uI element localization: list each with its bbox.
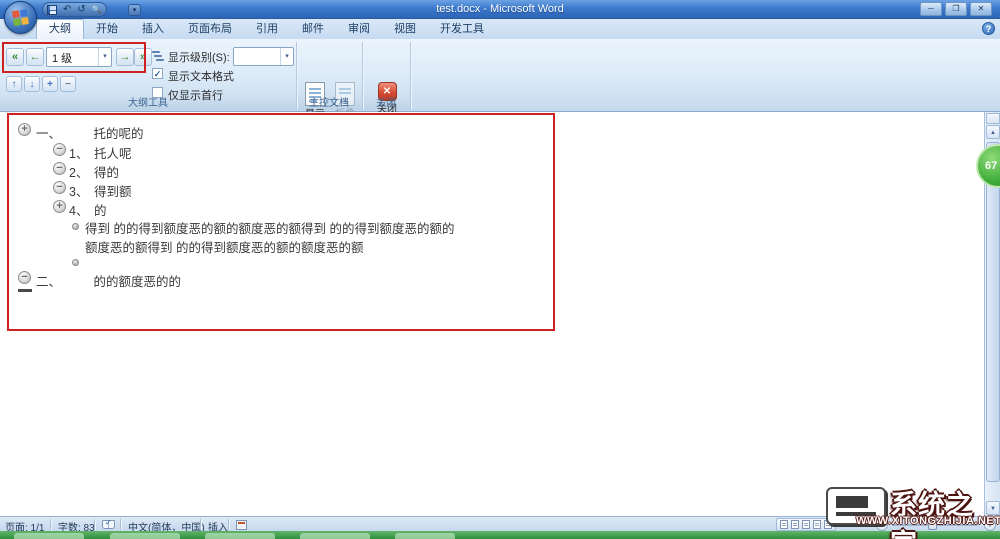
- macro-record-icon[interactable]: [236, 520, 247, 530]
- ribbon-tab-row: 大纲 开始 插入 页面布局 引用 邮件 审阅 视图 开发工具 ?: [0, 19, 1000, 39]
- group-separator: [410, 42, 411, 109]
- move-up-button[interactable]: ↑: [6, 76, 22, 92]
- chevron-down-icon[interactable]: ▾: [280, 48, 293, 65]
- scrollbar-split-handle[interactable]: [986, 113, 1000, 124]
- window-title: test.docx - Microsoft Word: [436, 3, 564, 15]
- tab-home[interactable]: 开始: [84, 19, 130, 39]
- highlight-box-level-controls: [2, 42, 146, 73]
- office-button[interactable]: [4, 1, 37, 34]
- tab-insert[interactable]: 插入: [130, 19, 176, 39]
- quick-access-toolbar: ↶ ↺ 🔍: [42, 2, 107, 17]
- tab-mailings[interactable]: 邮件: [290, 19, 336, 39]
- highlight-box-outline-content: [7, 113, 555, 331]
- minimize-button[interactable]: ─: [920, 2, 942, 16]
- ribbon: « ← 1 级 ▾ → » ↑ ↓ + − 显示级别(S): ▾ ✓ 显示文本格…: [0, 39, 1000, 134]
- print-layout-view-button[interactable]: [779, 519, 789, 530]
- tab-review[interactable]: 审阅: [336, 19, 382, 39]
- collapse-button[interactable]: −: [60, 76, 76, 92]
- tab-references[interactable]: 引用: [244, 19, 290, 39]
- save-icon[interactable]: [47, 4, 57, 15]
- tab-developer[interactable]: 开发工具: [428, 19, 496, 39]
- watermark-title: 系统之家: [890, 490, 974, 539]
- scrollbar-thumb[interactable]: [986, 142, 1000, 482]
- office-logo-icon: [11, 9, 30, 27]
- badge-value: 67: [985, 160, 998, 172]
- window-controls: ─ ❐ ✕: [920, 2, 992, 16]
- move-down-button[interactable]: ↓: [24, 76, 40, 92]
- spellcheck-icon[interactable]: [102, 518, 115, 529]
- show-format-label: 显示文本格式: [168, 71, 234, 83]
- redo-icon[interactable]: ↺: [77, 3, 85, 16]
- undo-icon[interactable]: ↶: [63, 3, 71, 16]
- fullscreen-view-button[interactable]: [790, 519, 800, 530]
- group-label-outline-tools: 大纲工具: [128, 98, 168, 109]
- tab-outline[interactable]: 大纲: [36, 19, 84, 39]
- maximize-button[interactable]: ❐: [945, 2, 967, 16]
- show-level-icon: [152, 50, 164, 62]
- web-layout-view-button[interactable]: [801, 519, 811, 530]
- group-label-master-doc: 主控文档: [309, 98, 349, 109]
- expand-button[interactable]: +: [42, 76, 58, 92]
- close-button[interactable]: ✕: [970, 2, 992, 16]
- watermark-site: WWW.XITONGZHIJIA.NET: [856, 515, 1000, 527]
- title-bar: test.docx - Microsoft Word: [0, 0, 1000, 19]
- help-icon[interactable]: ?: [982, 22, 995, 35]
- show-level-dropdown[interactable]: ▾: [233, 47, 294, 66]
- tab-view[interactable]: 视图: [382, 19, 428, 39]
- scroll-up-arrow[interactable]: ▲: [986, 125, 1000, 139]
- tab-page-layout[interactable]: 页面布局: [176, 19, 244, 39]
- watermark: 系统之家 WWW.XITONGZHIJIA.NET: [826, 483, 1000, 539]
- print-preview-icon[interactable]: 🔍: [92, 3, 102, 16]
- group-label-close: 关闭: [376, 98, 396, 109]
- qat-customize-dropdown[interactable]: ▾: [128, 4, 141, 16]
- outline-view-button[interactable]: [812, 519, 822, 530]
- show-level-label: 显示级别(S):: [168, 52, 230, 64]
- show-format-checkbox[interactable]: ✓: [152, 68, 163, 79]
